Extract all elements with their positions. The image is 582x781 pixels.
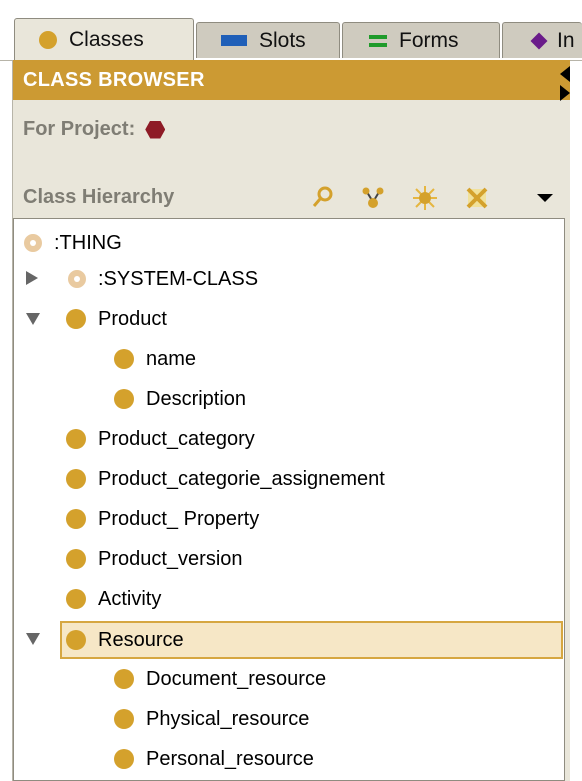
class-icon [66, 509, 86, 529]
create-instance-icon[interactable] [411, 184, 439, 212]
tree-node-system-class[interactable]: :SYSTEM-CLASS [66, 261, 258, 297]
collapse-arrow-icon[interactable] [26, 313, 40, 325]
tree-node-thing[interactable]: :THING [22, 225, 122, 261]
collapse-left-icon[interactable] [560, 66, 570, 82]
class-dot-icon [39, 30, 57, 49]
class-icon [114, 749, 134, 769]
tree-node-description[interactable]: Description [114, 381, 246, 417]
tree-node-label: Document_resource [146, 667, 327, 690]
tree-node-product-version[interactable]: Product_version [66, 541, 243, 577]
class-icon [114, 669, 134, 689]
class-icon [114, 389, 134, 409]
project-hexagon-icon [145, 120, 166, 139]
slot-bar-icon [221, 35, 247, 46]
tree-node-physical-resource[interactable]: Physical_resource [114, 701, 309, 737]
tab-label: In [557, 28, 575, 52]
create-subclass-icon[interactable] [359, 184, 387, 212]
tree-node-product[interactable]: Product [66, 301, 167, 337]
class-icon [66, 429, 86, 449]
tab-strip: Classes Slots Forms In [0, 0, 582, 61]
search-class-icon[interactable] [309, 184, 337, 212]
tree-node-product-property[interactable]: Product_ Property [66, 501, 259, 537]
expand-arrow-icon[interactable] [26, 271, 38, 285]
class-browser-title: CLASS BROWSER [23, 68, 205, 91]
class-icon [66, 469, 86, 489]
forms-icon [369, 34, 387, 48]
tree-node-label: Activity [98, 587, 162, 610]
tree-node-label: Product_ Property [98, 507, 260, 530]
tab-slots[interactable]: Slots [196, 22, 340, 58]
class-icon [66, 549, 86, 569]
tree-node-personal-resource[interactable]: Personal_resource [114, 741, 314, 777]
tree-node-resource[interactable]: Resource [66, 622, 184, 658]
tree-node-label: Product_category [98, 427, 255, 450]
tree-node-label: :SYSTEM-CLASS [98, 267, 259, 290]
class-hierarchy-toolbar: Class Hierarchy [23, 184, 563, 214]
tree-node-document-resource[interactable]: Document_resource [114, 661, 326, 697]
project-label: For Project: [23, 118, 136, 140]
project-row: For Project: [23, 118, 166, 141]
tab-label: Forms [399, 28, 459, 52]
class-icon [66, 589, 86, 609]
class-hierarchy-label: Class Hierarchy [23, 186, 175, 208]
tab-instances[interactable]: In [502, 22, 582, 58]
tree-node-label: Product_categorie_assignement [98, 467, 385, 490]
class-icon [114, 709, 134, 729]
class-browser-header: CLASS BROWSER [13, 60, 570, 100]
tab-forms[interactable]: Forms [342, 22, 500, 58]
tree-node-label: Personal_resource [146, 747, 314, 770]
split-pane-arrows[interactable] [560, 66, 574, 101]
tree-node-label: Description [146, 387, 247, 410]
tree-node-label: Physical_resource [146, 707, 310, 730]
tree-node-product-categorie-assignement[interactable]: Product_categorie_assignement [66, 461, 385, 497]
tree-node-label: Resource [98, 628, 184, 651]
class-browser-panel: CLASS BROWSER For Project: Class Hierarc… [12, 60, 570, 781]
tab-label: Slots [259, 28, 306, 52]
tab-classes[interactable]: Classes [14, 18, 194, 60]
tree-node-label: Product [98, 307, 167, 330]
class-hierarchy-tree[interactable]: :THING :SYSTEM-CLASS Product name Descri… [13, 218, 565, 781]
delete-class-icon[interactable] [463, 184, 491, 212]
tree-node-activity[interactable]: Activity [66, 581, 161, 617]
tree-node-label: :THING [54, 231, 122, 254]
instances-diamond-icon [530, 32, 548, 49]
system-class-icon [24, 234, 42, 252]
class-icon [114, 349, 134, 369]
tree-node-label: name [146, 347, 197, 370]
tree-node-label: Product_version [98, 547, 243, 570]
tree-node-name[interactable]: name [114, 341, 196, 377]
system-class-icon [68, 270, 86, 288]
tab-label: Classes [69, 27, 144, 51]
class-icon [66, 309, 86, 329]
menu-dropdown-icon[interactable] [531, 184, 559, 212]
class-icon [66, 630, 86, 650]
tree-node-product-category[interactable]: Product_category [66, 421, 255, 457]
expand-right-icon[interactable] [560, 85, 570, 101]
collapse-arrow-icon[interactable] [26, 633, 40, 645]
